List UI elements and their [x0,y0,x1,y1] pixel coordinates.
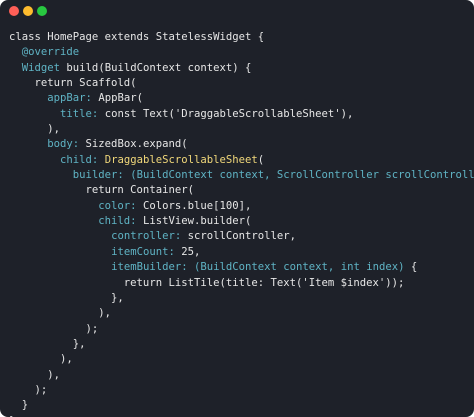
code-token: Widget [21,61,61,74]
window-titlebar [0,0,474,26]
code-line: body: SizedBox.expand( [9,137,474,152]
code-token: class HomePage extends StatelessWidget { [9,31,265,43]
code-line: color: Colors.blue[100], [9,199,474,214]
code-token: 25, [174,245,201,258]
code-block: class HomePage extends StatelessWidget {… [9,30,474,417]
code-token: Colors.blue[100], [136,199,252,212]
code-line: child: ListView.builder( [9,214,474,229]
code-line: controller: scrollController, [9,229,474,244]
code-token: child: [60,153,99,166]
code-token: title: [60,107,99,120]
code-line: } [9,398,474,413]
code-line: @override [9,45,474,60]
code-line: class HomePage extends StatelessWidget { [9,30,474,45]
code-token: itemBuilder: [111,261,188,274]
code-token: ), [9,368,61,381]
code-line: Widget build(BuildContext context) { [9,61,474,76]
code-token: itemCount: [111,245,175,258]
code-line: child: DraggableScrollableSheet( [9,153,474,168]
code-line: ); [9,383,474,398]
code-token: return Container( [9,184,194,197]
code-token: (BuildContext context, ScrollController … [130,169,474,182]
code-token: DraggableScrollableSheet [104,153,258,166]
code-line: appBar: AppBar( [9,91,474,106]
code-token: { [404,261,418,274]
code-window: class HomePage extends StatelessWidget {… [0,0,474,417]
code-token: (BuildContext context, int index) [194,261,405,274]
code-line: } [9,414,474,417]
code-token: appBar: [47,92,92,105]
code-token: AppBar( [91,92,143,105]
code-line: ), [9,306,474,321]
close-button-icon[interactable] [9,6,19,16]
code-line: return Container( [9,183,474,198]
code-line: ), [9,352,474,367]
code-token: return Scaffold( [9,77,137,90]
code-token: color: [98,199,137,212]
code-token: controller: [111,230,182,243]
code-line: ), [9,368,474,383]
code-token: ), [9,307,112,320]
code-line: builder: (BuildContext context, ScrollCo… [9,168,474,183]
code-line: }, [9,291,474,306]
code-token: scrollController, [181,230,297,243]
code-token: body: [47,138,80,151]
code-token: ); [9,322,99,335]
code-token: build(BuildContext context) { [60,61,252,74]
code-token: child: [98,215,137,228]
code-token: ); [9,383,48,396]
code-line: return ListTile(title: Text('Item $index… [9,276,474,291]
code-token: ( [257,153,265,166]
code-token: const Text('DraggableScrollableSheet'), [98,107,354,120]
code-line: title: const Text('DraggableScrollableSh… [9,107,474,122]
code-token: }, [9,337,86,350]
code-line: return Scaffold( [9,76,474,91]
code-token: ), [9,353,73,366]
code-token: }, [9,291,124,304]
minimize-button-icon[interactable] [23,6,33,16]
code-token: ), [9,123,61,136]
code-token: return ListTile(title: Text('Item $index… [9,276,405,289]
code-token: @override [21,46,80,59]
maximize-button-icon[interactable] [37,6,47,16]
code-token: ListView.builder( [136,215,252,228]
code-token: } [9,399,29,412]
code-line: itemBuilder: (BuildContext context, int … [9,260,474,275]
code-token: SizedBox.expand( [79,138,188,151]
code-token: builder: [72,169,124,182]
code-line: }, [9,337,474,352]
code-line: ); [9,322,474,337]
code-line: ), [9,122,474,137]
code-line: itemCount: 25, [9,245,474,260]
